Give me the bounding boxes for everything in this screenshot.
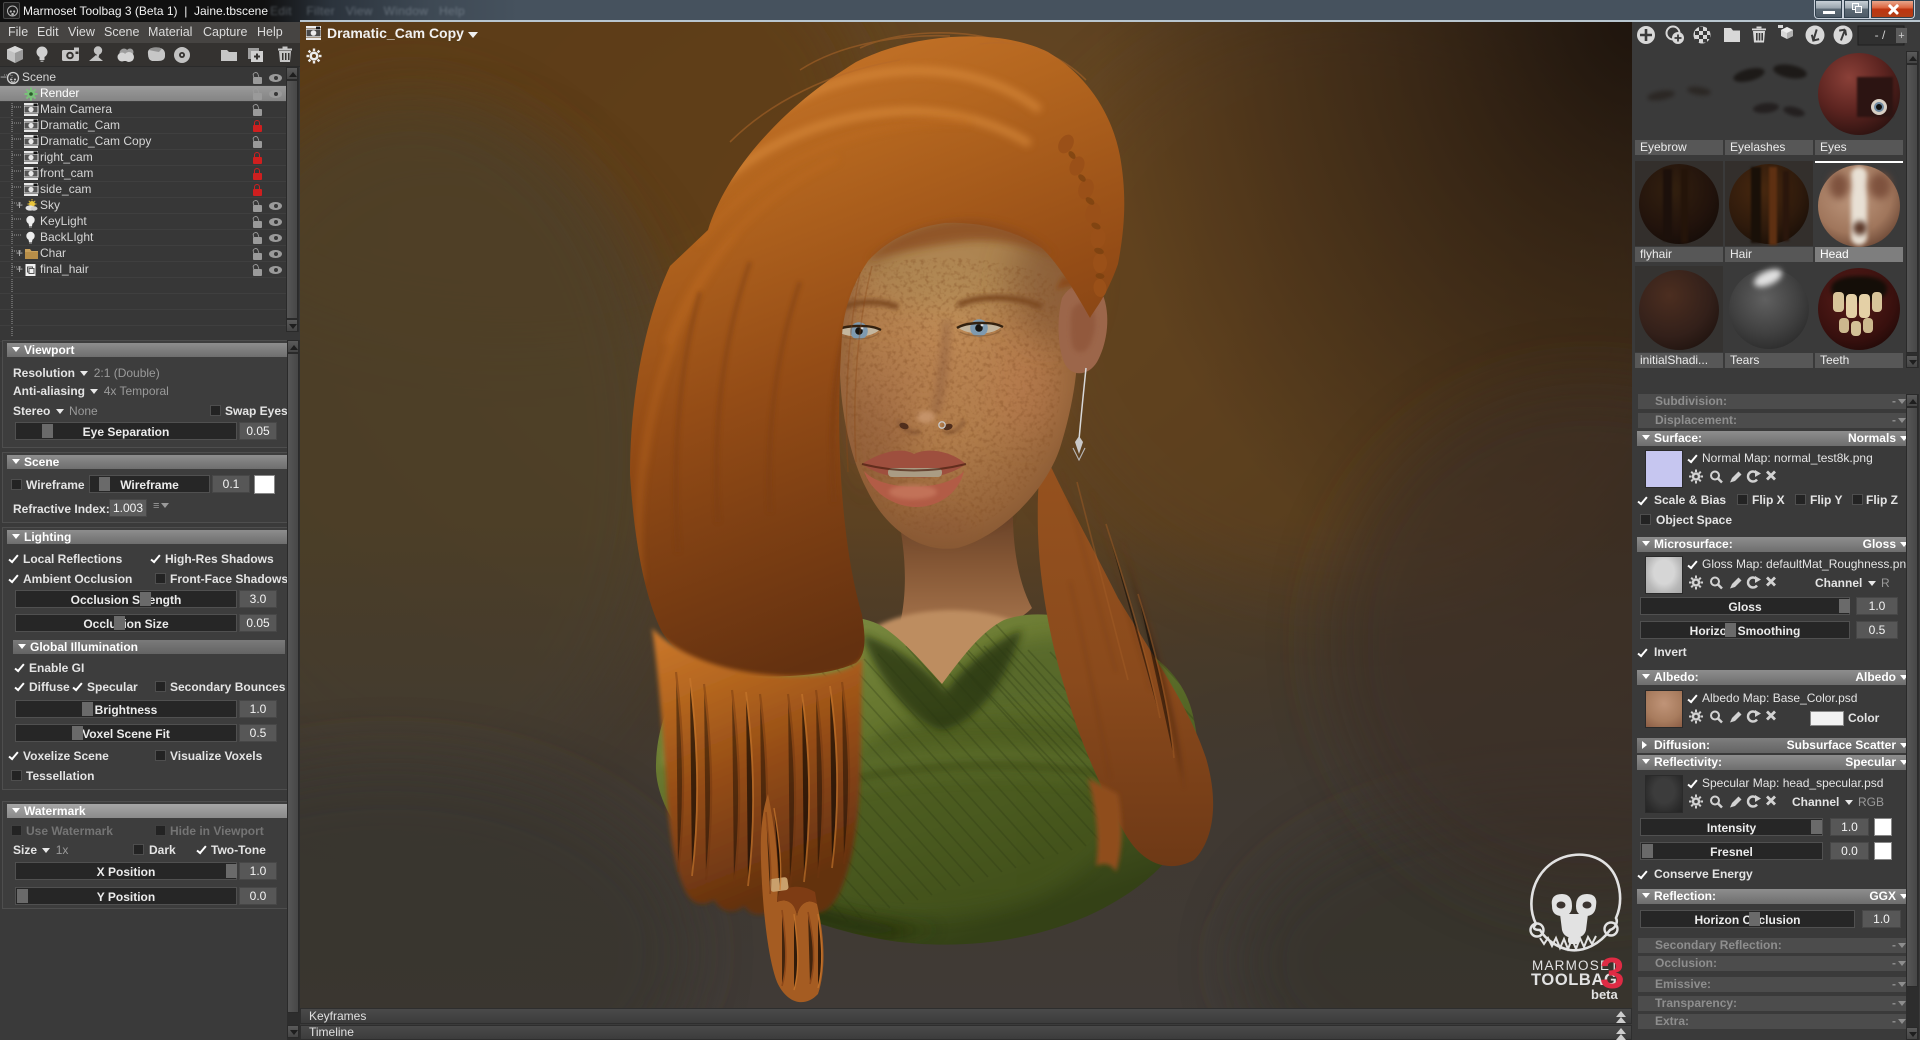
svg-text:- /: - / [1875,28,1886,42]
svg-text:beta: beta [1591,987,1619,1002]
svg-text:+: + [1898,30,1904,42]
